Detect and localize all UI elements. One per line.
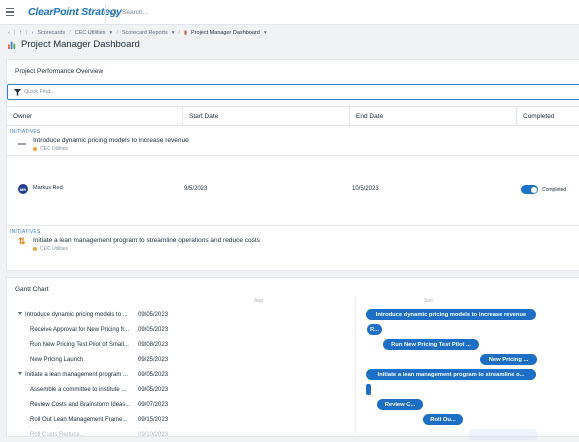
table-row[interactable]: INITIATIVES Introduce dynamic pricing mo… [7,126,579,156]
breadcrumb-scorecards[interactable]: Scorecards [37,30,65,36]
completed-toggle[interactable] [521,185,538,194]
breadcrumb-cec-utilities[interactable]: CEC Utilities [75,30,106,36]
initiative-label: INITIATIVES [10,229,41,235]
initiative-title[interactable]: Introduce dynamic pricing models to incr… [33,137,189,144]
table-header: Owner Start Date End Date Completed [7,106,579,126]
status-dot-icon [33,146,37,151]
panel-title: Project Performance Overview [15,68,104,75]
page-title: Project Manager Dashboard [8,39,140,50]
menu-icon[interactable] [6,8,20,16]
gantt-bar[interactable]: Initiate a lean management program to st… [366,369,536,380]
breadcrumb-dashboard[interactable]: Project Manager Dashboard [191,30,260,36]
gantt-task-date: 09/05/2023 [138,386,169,393]
search-icon [111,9,118,16]
gantt-task-date: 09/05/2023 [138,326,169,333]
gantt-bar[interactable] [366,384,371,395]
column-header-completed[interactable]: Completed [517,107,579,125]
gantt-row[interactable]: Roll Out Lean Management Frame... 09/15/… [14,412,574,427]
column-header-end-date[interactable]: End Date [350,107,517,125]
caret-down-icon[interactable] [18,312,22,316]
gantt-bar[interactable]: New Pricing ... [480,354,537,365]
page-title-text: Project Manager Dashboard [21,39,140,50]
chevron-down-icon[interactable]: ▾ [110,30,113,36]
column-header-owner[interactable]: Owner [7,107,183,125]
gantt-row[interactable]: Assemble a committee to institute ... 09… [14,382,574,397]
gantt-task-name[interactable]: Assemble a committee to institute ... [30,387,126,393]
filter-icon [14,88,21,96]
gantt-task-date: 09/08/2023 [138,341,169,348]
up-icon[interactable]: ↑ [19,30,22,36]
gantt-task-name[interactable]: New Pricing Launch [30,357,83,363]
gantt-task-name[interactable]: Roll Out Lean Management Frame... [30,417,127,423]
gantt-task-name[interactable]: Introduce dynamic pricing models to ... [18,312,128,318]
gantt-bar[interactable]: Run New Pricing Test Pilot ... [383,339,479,350]
search-placeholder: Search... [122,9,149,16]
gantt-row[interactable]: Review Costs and Brainstorm Ideas... 09/… [14,397,574,412]
gantt-task-date: 09/10/2023 [138,431,169,438]
owner-name: Markus Red [33,185,63,191]
gantt-task-date: 09/05/2023 [138,371,169,378]
initiative-scorecard: CEC Utilities [33,146,68,152]
column-header-start-date[interactable]: Start Date [183,107,350,125]
chevron-down-icon[interactable]: ▾ [264,30,267,36]
gantt-task-name[interactable]: Run New Pricing Test Pilot of Small... [30,342,129,348]
end-date: 10/5/2023 [352,186,379,192]
gantt-bar[interactable]: Introduce dynamic pricing models to incr… [366,309,536,320]
gantt-row[interactable]: Roll Costs Reduce... 09/10/2023 [14,427,574,442]
table-row[interactable]: MR Markus Red 9/5/2023 10/5/2023 Complet… [7,156,579,226]
breadcrumb-scorecard-reports[interactable]: Scorecard Reports [122,30,168,36]
gantt-task-name[interactable]: Receive Approval for New Pricing fr... [30,327,129,333]
gantt-bar[interactable]: Roll Ou... [423,414,463,425]
quick-find-placeholder: Quick Find... [24,89,55,95]
caret-down-icon[interactable] [18,372,22,376]
gantt-row[interactable]: Run New Pricing Test Pilot of Small... 0… [14,337,574,352]
breadcrumb: ‹ | ↑ | › Scorecards / CEC Utilities ▾ / … [8,30,267,36]
top-bar: ClearPoint Strategy Search... [0,0,579,25]
gantt-task-date: 09/05/2023 [138,311,169,318]
back-icon[interactable]: ‹ [8,30,10,36]
table-row[interactable]: INITIATIVES ⇅ Initiate a lean management… [7,226,579,254]
gantt-bar[interactable]: R... [367,324,382,335]
gantt-row[interactable]: Receive Approval for New Pricing fr... 0… [14,322,574,337]
quick-find-input[interactable]: Quick Find... [7,84,579,100]
gantt-bar[interactable] [468,429,538,440]
gantt-task-name[interactable]: Review Costs and Brainstorm Ideas... [30,402,130,408]
chart-icon: ▮ [184,30,188,36]
initiative-scorecard: CEC Utilities [33,246,68,252]
search-input[interactable]: Search... [105,4,579,21]
month-label: Aug [254,298,263,304]
chevron-right-icon: › [31,30,34,36]
dashboard-icon [8,41,16,49]
gantt-task-name[interactable]: Initiate a lean management program ... [18,372,128,378]
panel-title: Gantt Chart [15,286,49,293]
gantt-task-date: 09/25/2023 [138,356,169,363]
avatar: MR [18,184,28,194]
gantt-bar[interactable]: Review C... [377,399,423,410]
month-label: Sep [424,298,433,304]
status-neutral-icon [18,143,26,145]
sort-arrows-icon: ⇅ [18,236,26,246]
gantt-row[interactable]: Introduce dynamic pricing models to ... … [14,307,574,322]
status-dot-icon [33,246,37,251]
gantt-task-date: 09/15/2023 [138,416,169,423]
initiative-title[interactable]: Initiate a lean management program to st… [33,237,260,244]
start-date: 9/5/2023 [184,186,208,192]
gantt-task-date: 09/07/2023 [138,401,169,408]
chevron-down-icon[interactable]: ▾ [172,30,175,36]
initiative-label: INITIATIVES [10,129,41,135]
gantt-row[interactable]: New Pricing Launch 09/25/2023 New Pricin… [14,352,574,367]
gantt-row[interactable]: Initiate a lean management program ... 0… [14,367,574,382]
gantt-task-name[interactable]: Roll Costs Reduce... [30,432,85,438]
completed-label: Completed [542,187,567,193]
